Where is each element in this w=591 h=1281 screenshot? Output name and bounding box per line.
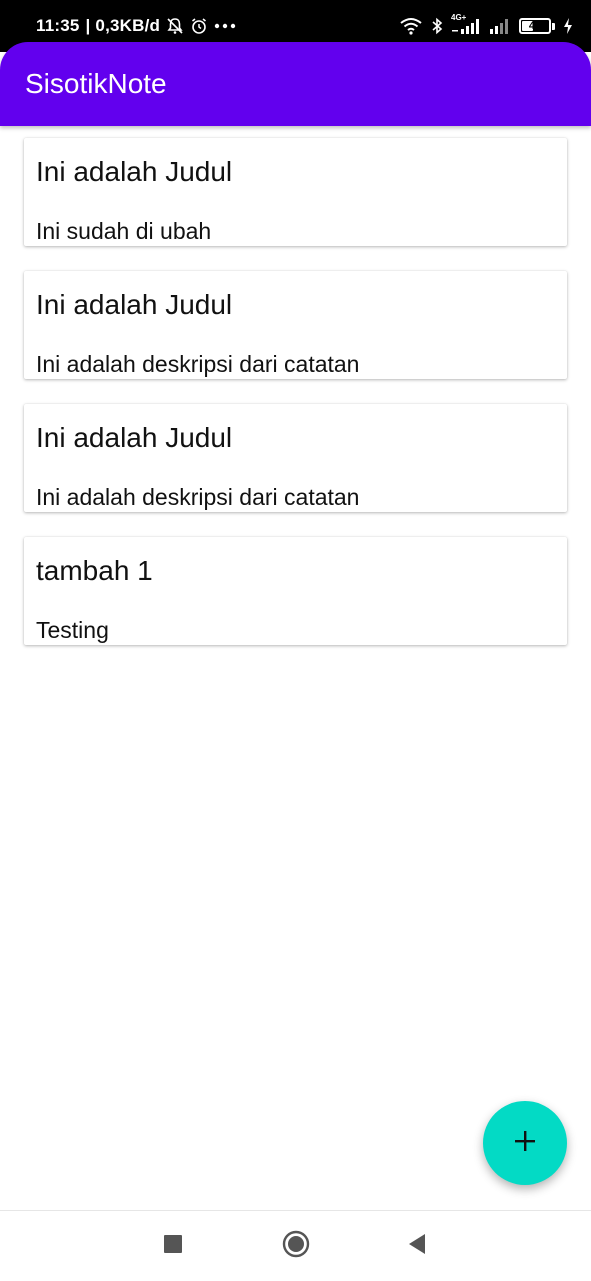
note-description: Testing (36, 617, 109, 643)
app-bar: SisotikNote (0, 42, 591, 126)
home-button[interactable] (281, 1230, 311, 1263)
app-title: SisotikNote (25, 68, 167, 99)
note-title: Ini adalah Judul (36, 422, 233, 453)
back-button[interactable] (402, 1231, 432, 1261)
note-card[interactable]: tambah 1 Testing (24, 537, 567, 645)
status-time: 11:35 (36, 16, 80, 35)
status-right: 4G+ 41 (399, 13, 573, 38)
system-nav-bar (0, 1210, 591, 1281)
note-card[interactable]: Ini adalah Judul Ini sudah di ubah (24, 138, 567, 246)
plus-icon (513, 1129, 537, 1158)
battery-icon: 41 (519, 18, 555, 34)
recents-square-icon (163, 1234, 183, 1259)
note-card[interactable]: Ini adalah Judul Ini adalah deskripsi da… (24, 404, 567, 512)
note-description: Ini adalah deskripsi dari catatan (36, 484, 360, 510)
note-title: tambah 1 (36, 555, 153, 586)
status-net-speed: | 0,3KB/d (85, 16, 161, 35)
home-circle-icon (282, 1230, 310, 1263)
battery-level: 41 (528, 20, 542, 32)
note-title: Ini adalah Judul (36, 156, 233, 187)
add-note-button[interactable] (483, 1101, 567, 1185)
silent-bell-icon (166, 17, 184, 35)
back-triangle-icon (407, 1233, 427, 1260)
bluetooth-icon (431, 17, 443, 35)
recents-button[interactable] (158, 1231, 188, 1261)
wifi-icon (399, 17, 423, 35)
signal-icon (489, 17, 511, 35)
alarm-icon (190, 17, 208, 35)
note-title: Ini adalah Judul (36, 289, 233, 320)
network-type-label: 4G+ (451, 13, 467, 22)
status-left: 11:35 | 0,3KB/d (36, 14, 236, 38)
more-dots-icon (214, 23, 236, 29)
note-description: Ini sudah di ubah (36, 218, 212, 244)
notes-list: Ini adalah Judul Ini sudah di ubah Ini a… (24, 138, 567, 670)
charging-icon (563, 18, 573, 34)
note-card[interactable]: Ini adalah Judul Ini adalah deskripsi da… (24, 271, 567, 379)
note-description: Ini adalah deskripsi dari catatan (36, 351, 360, 377)
signal-icon: 4G+ (451, 13, 481, 35)
